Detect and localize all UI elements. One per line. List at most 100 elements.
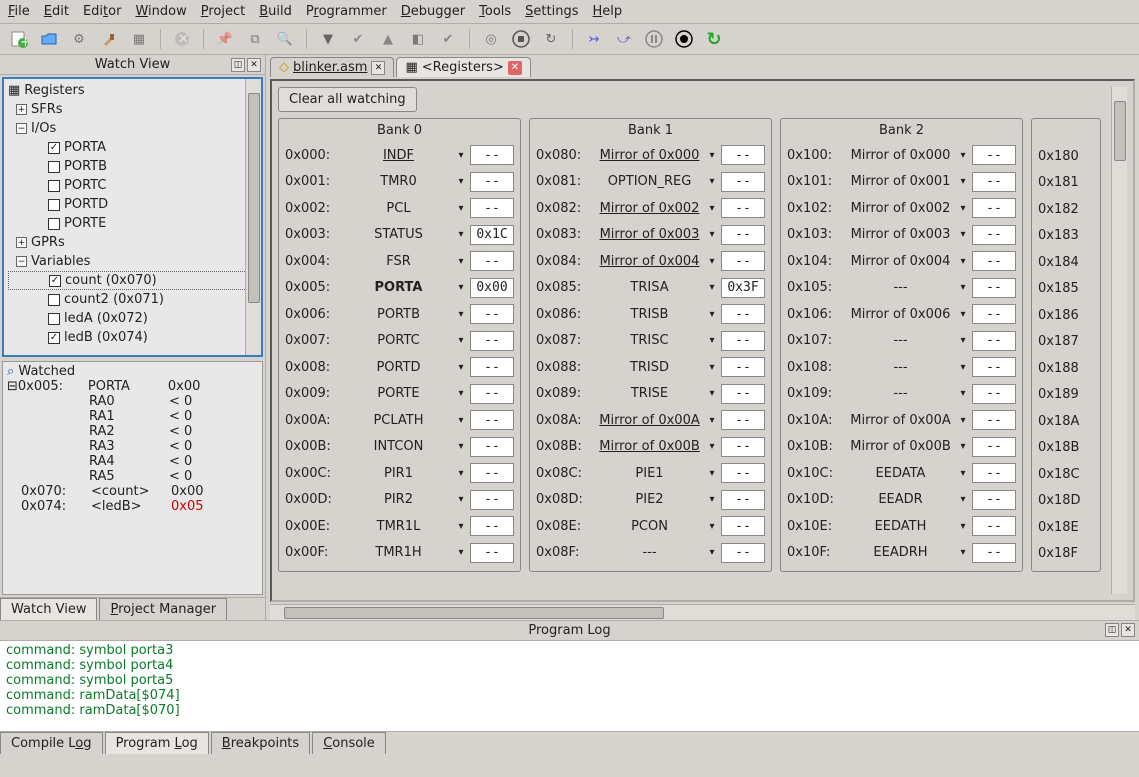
dropdown-icon[interactable]: ▾ [456, 547, 466, 558]
register-value[interactable]: -- [972, 304, 1016, 324]
register-name[interactable]: Mirror of 0x000 [843, 148, 958, 163]
close-panel-icon[interactable]: ✕ [247, 58, 261, 72]
dropdown-icon[interactable]: ▾ [456, 256, 466, 267]
register-name[interactable]: Mirror of 0x000 [592, 148, 707, 163]
menu-edit[interactable]: Edit [44, 4, 69, 19]
stop-icon[interactable]: ✕ [171, 28, 193, 50]
register-value[interactable]: -- [972, 278, 1016, 298]
register-name[interactable]: PORTD [341, 360, 456, 375]
dropdown-icon[interactable]: ▾ [707, 494, 717, 505]
dropdown-icon[interactable]: ▾ [707, 335, 717, 346]
dropdown-icon[interactable]: ▾ [456, 388, 466, 399]
register-value[interactable]: -- [972, 225, 1016, 245]
dropdown-icon[interactable]: ▾ [958, 547, 968, 558]
close-icon[interactable]: ✕ [1121, 623, 1135, 637]
register-value[interactable]: -- [721, 172, 765, 192]
register-value[interactable]: -- [470, 251, 514, 271]
register-value[interactable]: -- [721, 437, 765, 457]
dropdown-icon[interactable]: ▾ [707, 203, 717, 214]
dropdown-icon[interactable]: ▾ [707, 441, 717, 452]
dropdown-icon[interactable]: ▾ [958, 521, 968, 532]
pin-icon[interactable]: 📌 [214, 28, 236, 50]
menu-file[interactable]: File [8, 4, 30, 19]
register-name[interactable]: --- [843, 280, 958, 295]
dropdown-icon[interactable]: ▾ [707, 282, 717, 293]
register-value[interactable]: -- [721, 145, 765, 165]
dropdown-icon[interactable]: ▾ [707, 547, 717, 558]
register-value[interactable]: -- [972, 543, 1016, 563]
register-name[interactable]: TRISC [592, 333, 707, 348]
register-name[interactable]: TRISB [592, 307, 707, 322]
dropdown-icon[interactable]: ▾ [958, 203, 968, 214]
dropdown-icon[interactable]: ▾ [456, 176, 466, 187]
register-value[interactable]: -- [972, 357, 1016, 377]
tab-watch-view[interactable]: Watch View [0, 598, 97, 620]
up-arrow-icon[interactable]: ▲ [377, 28, 399, 50]
tab-registers[interactable]: ▦<Registers>✕ [396, 57, 530, 77]
dropdown-icon[interactable]: ▾ [958, 150, 968, 161]
count2-checkbox[interactable] [48, 294, 60, 306]
register-value[interactable]: -- [972, 516, 1016, 536]
register-name[interactable]: Mirror of 0x001 [843, 174, 958, 189]
dropdown-icon[interactable]: ▾ [456, 309, 466, 320]
tab-project-manager[interactable]: Project Manager [99, 598, 227, 620]
dropdown-icon[interactable]: ▾ [707, 256, 717, 267]
register-value[interactable]: -- [470, 304, 514, 324]
dropdown-icon[interactable]: ▾ [707, 388, 717, 399]
step-over-icon[interactable]: ⤻ [613, 28, 635, 50]
menu-window[interactable]: Window [135, 4, 186, 19]
register-name[interactable]: --- [843, 386, 958, 401]
menu-build[interactable]: Build [259, 4, 292, 19]
register-value[interactable]: -- [972, 145, 1016, 165]
register-value[interactable]: -- [470, 463, 514, 483]
register-value[interactable]: -- [721, 463, 765, 483]
portd-checkbox[interactable] [48, 199, 60, 211]
regview-hscroll[interactable] [270, 604, 1135, 620]
grid-icon[interactable]: ▦ [128, 28, 150, 50]
menu-debugger[interactable]: Debugger [401, 4, 465, 19]
tab-blinker[interactable]: ◇blinker.asm✕ [270, 57, 394, 77]
regview-vscroll[interactable] [1111, 87, 1127, 594]
register-name[interactable]: EEDATA [843, 466, 958, 481]
register-name[interactable]: PORTB [341, 307, 456, 322]
register-name[interactable]: --- [592, 545, 707, 560]
register-name[interactable]: TRISD [592, 360, 707, 375]
register-value[interactable]: -- [972, 437, 1016, 457]
register-value[interactable]: -- [721, 251, 765, 271]
copy-icon[interactable]: ⧉ [244, 28, 266, 50]
register-name[interactable]: EEADR [843, 492, 958, 507]
count-checkbox[interactable] [49, 275, 61, 287]
menu-settings[interactable]: Settings [525, 4, 578, 19]
register-name[interactable]: PORTE [341, 386, 456, 401]
register-value[interactable]: -- [972, 384, 1016, 404]
register-name[interactable]: PCL [341, 201, 456, 216]
ledB-checkbox[interactable] [48, 332, 60, 344]
dropdown-icon[interactable]: ▾ [456, 282, 466, 293]
register-value[interactable]: -- [721, 490, 765, 510]
close-tab-icon[interactable]: ✕ [371, 61, 385, 75]
register-name[interactable]: Mirror of 0x004 [592, 254, 707, 269]
detach-icon[interactable]: ◫ [1105, 623, 1119, 637]
dropdown-icon[interactable]: ▾ [707, 521, 717, 532]
register-value[interactable]: -- [470, 543, 514, 563]
register-name[interactable]: TRISA [592, 280, 707, 295]
register-value[interactable]: -- [721, 384, 765, 404]
register-name[interactable]: PCON [592, 519, 707, 534]
register-name[interactable]: TMR1H [341, 545, 456, 560]
dropdown-icon[interactable]: ▾ [456, 150, 466, 161]
settings-icon[interactable]: ⚙ [68, 28, 90, 50]
register-name[interactable]: Mirror of 0x00B [843, 439, 958, 454]
stop-button-icon[interactable] [510, 28, 532, 50]
register-name[interactable]: TMR1L [341, 519, 456, 534]
register-name[interactable]: FSR [341, 254, 456, 269]
register-name[interactable]: TRISE [592, 386, 707, 401]
menu-programmer[interactable]: Programmer [306, 4, 387, 19]
tree-scrollbar[interactable] [245, 79, 261, 355]
dropdown-icon[interactable]: ▾ [958, 362, 968, 373]
dropdown-icon[interactable]: ▾ [456, 468, 466, 479]
dropdown-icon[interactable]: ▾ [456, 415, 466, 426]
register-name[interactable]: INDF [341, 148, 456, 163]
register-value[interactable]: -- [470, 410, 514, 430]
dropdown-icon[interactable]: ▾ [958, 388, 968, 399]
register-value[interactable]: -- [470, 198, 514, 218]
